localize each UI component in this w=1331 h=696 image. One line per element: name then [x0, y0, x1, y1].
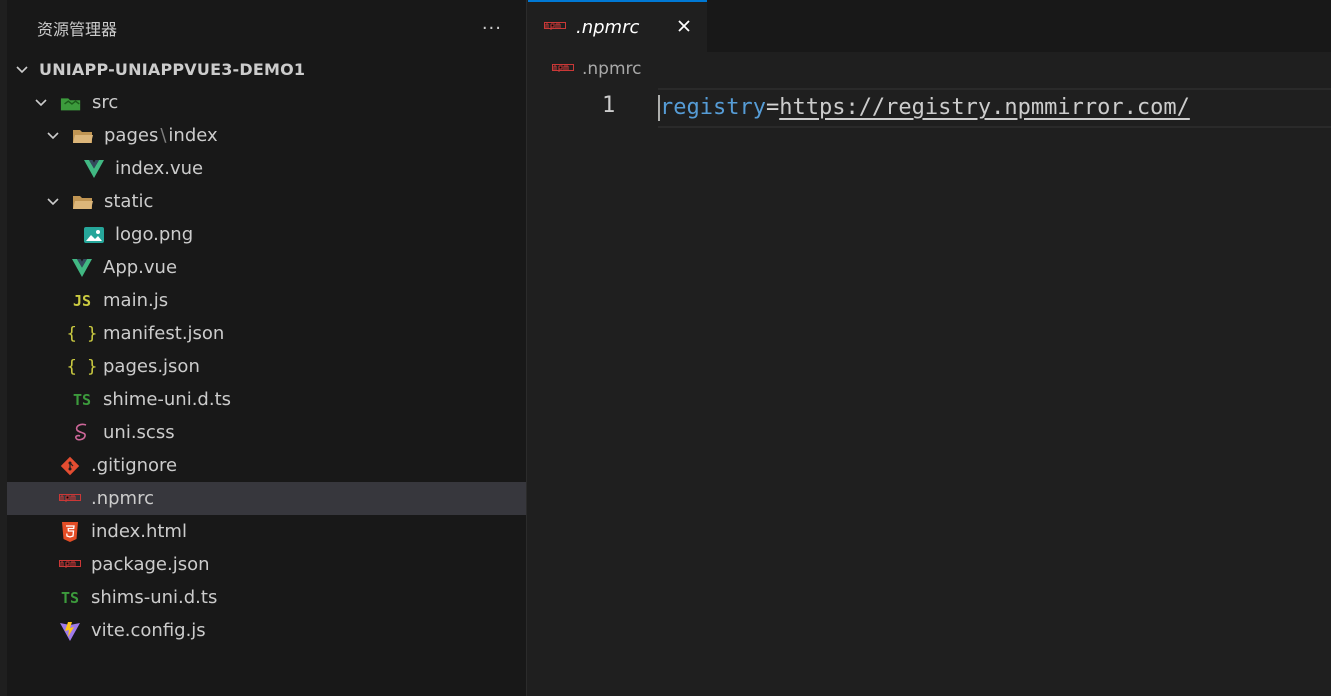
tree-item-pages-index[interactable]: pages \ index [7, 119, 526, 152]
json-icon: { } [66, 323, 98, 344]
tree-item-label: index.vue [115, 158, 204, 179]
vue-icon [71, 257, 93, 279]
code-key: registry [660, 95, 766, 120]
tab-label: .npmrc [576, 16, 640, 38]
tree-item-index-vue[interactable]: index.vue [7, 152, 526, 185]
tree-item-uni-scss[interactable]: uni.scss [7, 416, 526, 449]
tree-item-app-vue[interactable]: App.vue [7, 251, 526, 284]
explorer-header: 资源管理器 ··· [7, 0, 526, 56]
tree-item-sublabel: index [168, 125, 218, 146]
tree-item-label: manifest.json [103, 323, 225, 344]
folder-open-icon [72, 191, 94, 213]
npm-icon [59, 554, 81, 576]
line-number: 1 [602, 93, 616, 118]
tree-item-manifest-json[interactable]: { } manifest.json [7, 317, 526, 350]
tree-item-pages-json[interactable]: { } pages.json [7, 350, 526, 383]
code-equals: = [765, 95, 780, 120]
vue-icon [83, 158, 105, 180]
close-icon[interactable] [673, 15, 695, 37]
tree-item-label: pages [104, 125, 159, 146]
tab-bar: .npmrc [528, 0, 1331, 52]
tree-item-shims-uni-dts[interactable]: TS shims-uni.d.ts [7, 581, 526, 614]
explorer-title: 资源管理器 [37, 20, 118, 39]
folder-src-icon [60, 92, 82, 114]
sass-icon [71, 422, 93, 444]
tree-item-label: App.vue [103, 257, 178, 278]
tree-item-label: shims-uni.d.ts [91, 587, 218, 608]
tree-root-label: UNIAPP-UNIAPPVUE3-DEMO1 [39, 60, 306, 79]
tree-item-label: .npmrc [91, 488, 154, 509]
tree-item-label: uni.scss [103, 422, 175, 443]
tree-item-index-html[interactable]: index.html [7, 515, 526, 548]
tree-item-label: shime-uni.d.ts [103, 389, 232, 410]
chevron-down-icon [46, 195, 60, 209]
tree-item-vite-config-js[interactable]: vite.config.js [7, 614, 526, 647]
chevron-down-icon [34, 96, 48, 110]
code-line[interactable]: registry=https://registry.npmmirror.com/ [658, 88, 1331, 128]
breadcrumb-file: .npmrc [582, 59, 642, 79]
image-icon [83, 224, 105, 246]
tree-item-main-js[interactable]: JS main.js [7, 284, 526, 317]
explorer-sidebar: 资源管理器 ··· UNIAPP-UNIAPPVUE3-DEMO1 src pa… [7, 0, 527, 696]
tree-item-logo-png[interactable]: logo.png [7, 218, 526, 251]
tree-root-folder[interactable]: UNIAPP-UNIAPPVUE3-DEMO1 [7, 53, 526, 86]
tree-item-label: index.html [91, 521, 187, 542]
chevron-down-icon [46, 129, 60, 143]
npm-icon [552, 58, 574, 80]
tree-item-npmrc[interactable]: .npmrc [7, 482, 526, 515]
tree-item-label: pages.json [103, 356, 200, 377]
tree-item-label: src [92, 92, 119, 113]
tree-item-static[interactable]: static [7, 185, 526, 218]
editor-area: .npmrc .npmrc 1 registry=https://registr… [528, 0, 1331, 696]
tree-item-package-json[interactable]: package.json [7, 548, 526, 581]
git-icon [59, 455, 81, 477]
tree-item-gitignore[interactable]: .gitignore [7, 449, 526, 482]
json-icon: { } [66, 356, 98, 377]
tree-item-label: static [104, 191, 154, 212]
path-separator: \ [160, 125, 167, 146]
html5-icon [59, 521, 81, 543]
folder-open-icon [72, 125, 94, 147]
tree-item-label: main.js [103, 290, 169, 311]
chevron-down-icon [15, 63, 29, 77]
tree-item-label: .gitignore [91, 455, 178, 476]
tab-npmrc[interactable]: .npmrc [528, 0, 707, 52]
tree-item-label: package.json [91, 554, 210, 575]
vite-icon [59, 620, 81, 642]
breadcrumb[interactable]: .npmrc [552, 58, 642, 80]
tree-item-src[interactable]: src [7, 86, 526, 119]
js-icon: JS [72, 291, 92, 310]
tree-item-shime-uni-dts[interactable]: TS shime-uni.d.ts [7, 383, 526, 416]
tree-item-label: vite.config.js [91, 620, 206, 641]
npm-icon [544, 22, 566, 32]
tree-item-label: logo.png [115, 224, 194, 245]
more-actions-icon[interactable]: ··· [482, 18, 502, 39]
ts-icon: TS [72, 390, 92, 409]
npm-icon [59, 488, 81, 510]
ts-icon: TS [60, 588, 80, 607]
code-url-link[interactable]: https://registry.npmmirror.com/ [779, 95, 1190, 120]
